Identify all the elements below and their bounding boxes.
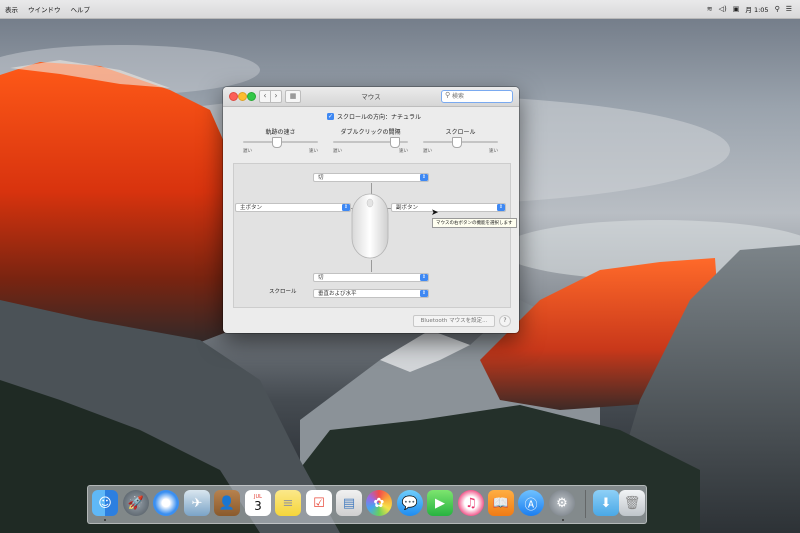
- scroll-speed-max-label: 速い: [489, 149, 498, 154]
- ibooks-icon[interactable]: 📖: [488, 490, 514, 516]
- scroll-speed-slider[interactable]: [423, 137, 498, 148]
- bluetooth-mouse-setup-button[interactable]: Bluetooth マウスを設定...: [413, 315, 495, 327]
- dock: ☺ 🚀 ⊘ ✈ 👤 JUL 3 ≡ ☑ ▤ ✿ 💬 ▶ ♫ 📖 Ⓐ ⚙ ⬇ 🗑: [87, 485, 647, 524]
- calendar-day: 3: [254, 499, 262, 513]
- natural-scroll-label: スクロールの方向：ナチュラル: [337, 114, 422, 121]
- tracking-speed-max-label: 速い: [309, 149, 318, 154]
- app-store-icon[interactable]: Ⓐ: [518, 490, 544, 516]
- calendar-icon[interactable]: JUL 3: [245, 490, 271, 516]
- double-click-speed-control: ダブルクリックの間隔 遅い 速い: [333, 127, 408, 154]
- safari-icon[interactable]: ⊘: [153, 490, 179, 516]
- wifi-icon[interactable]: ≋: [707, 5, 713, 13]
- mouse-cursor-icon: ➤: [431, 208, 439, 218]
- help-button[interactable]: ?: [499, 315, 511, 327]
- chevron-updown-icon: ⇕: [420, 174, 428, 181]
- scroll-speed-control: スクロール 遅い 速い: [423, 127, 498, 154]
- reminders-icon[interactable]: ☑: [306, 490, 332, 516]
- menu-view[interactable]: 表示: [0, 4, 23, 14]
- messages-icon[interactable]: 💬: [397, 490, 423, 516]
- trash-icon[interactable]: 🗑: [619, 490, 645, 516]
- chevron-updown-icon: ⇕: [420, 290, 428, 297]
- scroll-speed-min-label: 遅い: [423, 149, 432, 154]
- right-button-value: 副ボタン: [396, 205, 419, 211]
- double-click-speed-title: ダブルクリックの間隔: [340, 129, 401, 136]
- right-button-popup[interactable]: 副ボタン ⇕: [391, 203, 506, 212]
- top-action-value: 切: [318, 175, 324, 181]
- search-field[interactable]: ⚲: [441, 90, 513, 103]
- checkmark-icon: ✓: [327, 113, 334, 120]
- contacts-icon[interactable]: 👤: [214, 490, 240, 516]
- double-click-speed-min-label: 遅い: [333, 149, 342, 154]
- finder-icon[interactable]: ☺: [92, 490, 118, 516]
- system-preferences-icon[interactable]: ⚙: [549, 490, 575, 516]
- spotlight-icon[interactable]: ⚲: [775, 5, 780, 13]
- search-icon: ⚲: [445, 91, 451, 99]
- chevron-updown-icon: ⇕: [497, 204, 505, 211]
- menu-help[interactable]: ヘルプ: [66, 4, 96, 14]
- bottom-action-value: 切: [318, 275, 324, 281]
- scroll-mode-label: スクロール: [269, 289, 297, 295]
- notification-center-icon[interactable]: ☰: [786, 5, 792, 13]
- volume-icon[interactable]: ◁): [719, 5, 727, 13]
- launchpad-icon[interactable]: 🚀: [123, 490, 149, 516]
- search-input[interactable]: [452, 91, 508, 102]
- running-indicator: [562, 519, 564, 521]
- tracking-speed-slider[interactable]: [243, 137, 318, 148]
- downloads-folder-icon[interactable]: ⬇: [593, 490, 619, 516]
- input-method-icon[interactable]: ▣: [733, 5, 740, 13]
- photos-icon[interactable]: ✿: [366, 490, 392, 516]
- left-button-value: 主ボタン: [240, 205, 263, 211]
- double-click-speed-slider[interactable]: [333, 137, 408, 148]
- chevron-updown-icon: ⇕: [342, 204, 350, 211]
- tracking-speed-control: 軌跡の速さ 遅い 速い: [243, 127, 318, 154]
- top-action-popup[interactable]: 切 ⇕: [313, 173, 429, 182]
- left-button-popup[interactable]: 主ボタン ⇕: [235, 203, 351, 212]
- scroll-speed-title: スクロール: [445, 129, 476, 136]
- tracking-speed-title: 軌跡の速さ: [265, 129, 296, 136]
- itunes-icon[interactable]: ♫: [458, 490, 484, 516]
- leader-line-bottom: [371, 260, 372, 272]
- tracking-speed-knob[interactable]: [271, 137, 282, 148]
- scroll-mode-popup[interactable]: 垂直および水平 ⇕: [313, 289, 429, 298]
- magic-mouse-illustration: [351, 193, 389, 259]
- natural-scroll-row[interactable]: ✓ スクロールの方向：ナチュラル: [327, 112, 421, 121]
- dock-divider: [585, 490, 586, 518]
- facetime-icon[interactable]: ▶: [427, 490, 453, 516]
- double-click-speed-max-label: 速い: [399, 149, 408, 154]
- menu-window[interactable]: ウインドウ: [23, 4, 66, 14]
- bottom-action-popup[interactable]: 切 ⇕: [313, 273, 429, 282]
- running-indicator: [104, 519, 106, 521]
- scroll-speed-knob[interactable]: [451, 137, 462, 148]
- preview-icon[interactable]: ▤: [336, 490, 362, 516]
- mail-icon[interactable]: ✈: [184, 490, 210, 516]
- scroll-mode-value: 垂直および水平: [318, 291, 357, 297]
- double-click-speed-knob[interactable]: [389, 137, 400, 148]
- right-button-tooltip: マウスの右ボタンの機能を選択します: [432, 218, 517, 228]
- menu-bar: 表示 ウインドウ ヘルプ ≋ ◁) ▣ 月 1:05 ⚲ ☰: [0, 0, 800, 19]
- menu-clock[interactable]: 月 1:05: [745, 4, 768, 14]
- notes-icon[interactable]: ≡: [275, 490, 301, 516]
- tracking-speed-min-label: 遅い: [243, 149, 252, 154]
- mouse-preferences-window: ‹ › ▦ マウス ⚲ ✓ スクロールの方向：ナチュラル 軌跡の速さ 遅い 速い…: [223, 87, 519, 333]
- natural-scroll-checkbox[interactable]: ✓: [327, 113, 334, 120]
- chevron-updown-icon: ⇕: [420, 274, 428, 281]
- window-titlebar[interactable]: ‹ › ▦ マウス ⚲: [223, 87, 519, 107]
- menu-extras: ≋ ◁) ▣ 月 1:05 ⚲ ☰: [707, 4, 800, 14]
